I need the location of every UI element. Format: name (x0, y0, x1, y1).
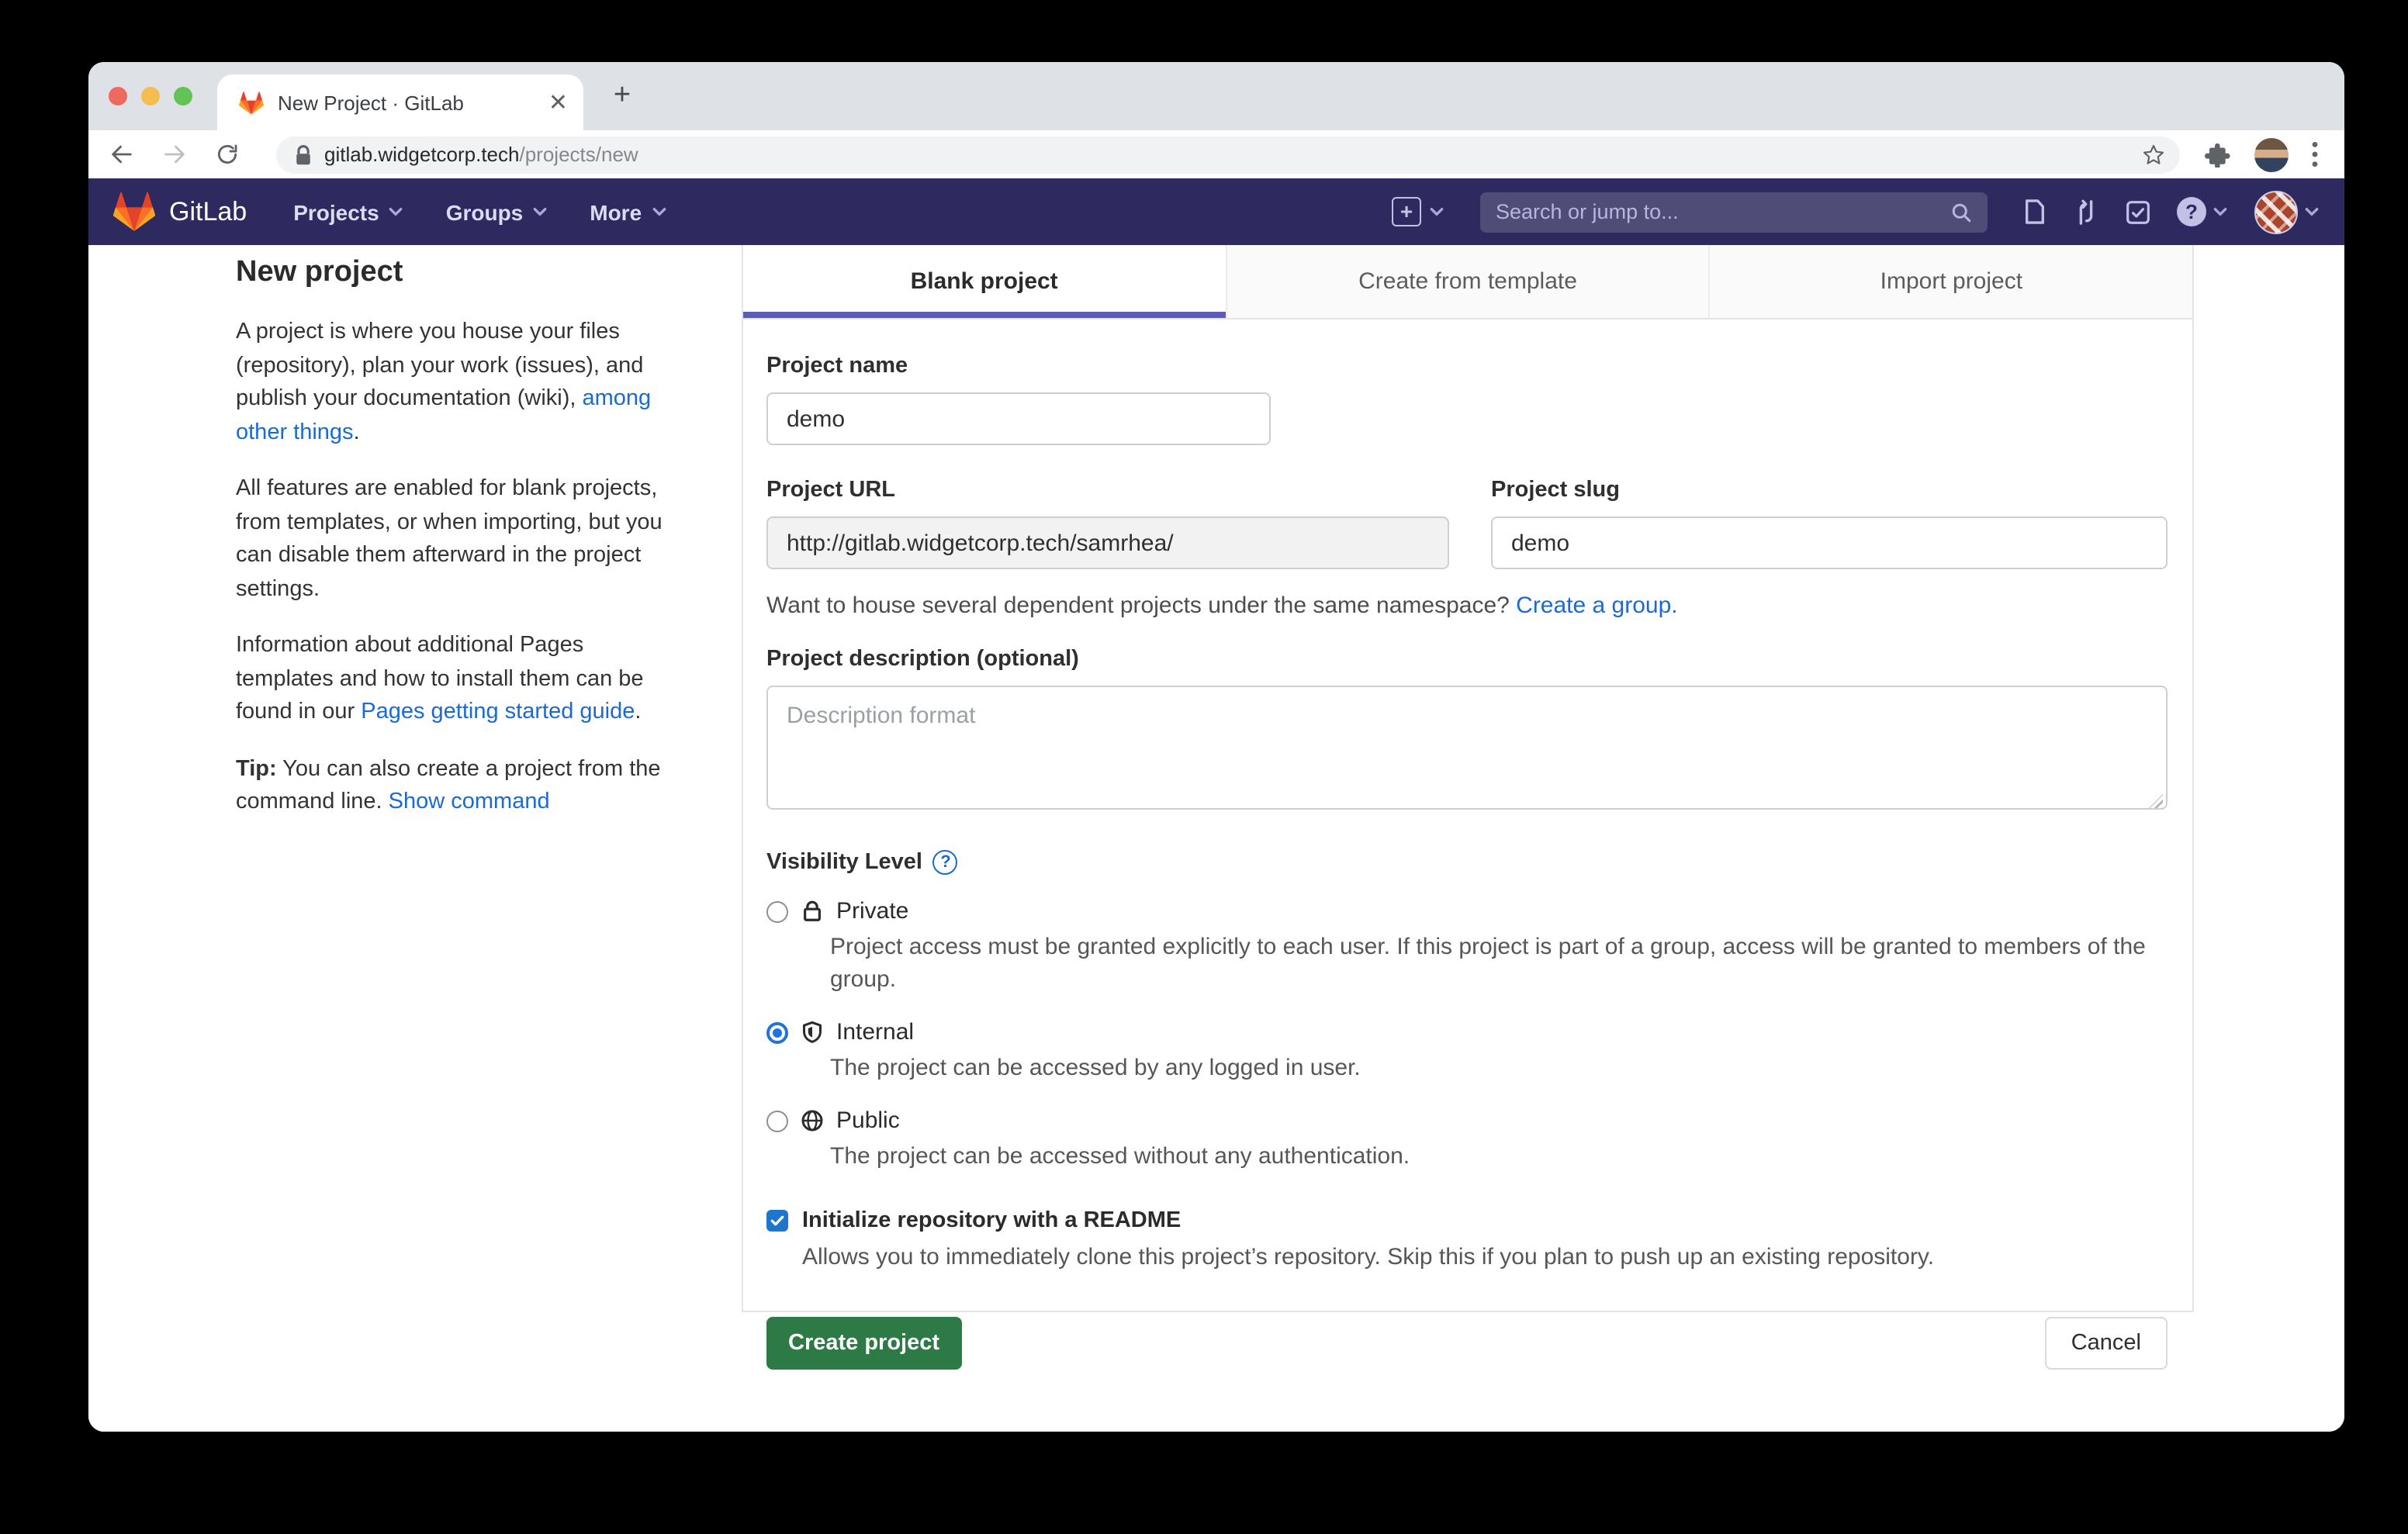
project-description-label: Project description (optional) (766, 647, 2168, 672)
forward-icon[interactable] (161, 141, 188, 168)
gitlab-tanuki-icon[interactable] (113, 192, 155, 231)
chevron-down-icon (651, 206, 666, 217)
tab-blank-project[interactable]: Blank project (743, 245, 1225, 318)
search-placeholder: Search or jump to... (1496, 200, 1950, 223)
tab-import-project[interactable]: Import project (1709, 245, 2192, 318)
question-icon: ? (2177, 197, 2206, 226)
visibility-level-label: Visibility Level (766, 850, 922, 875)
public-label[interactable]: Public (836, 1107, 900, 1134)
help-menu[interactable]: ? (2177, 197, 2228, 226)
user-avatar (2254, 190, 2298, 233)
namespace-hint: Want to house several dependent projects… (766, 593, 2168, 619)
create-a-group-link[interactable]: Create a group. (1516, 593, 1677, 619)
private-description: Project access must be granted explicitl… (830, 931, 2146, 996)
zoom-window-button[interactable] (174, 87, 192, 105)
toolbar-right (2205, 137, 2318, 171)
chevron-down-icon (2213, 206, 2228, 217)
bookmark-star-icon[interactable] (2141, 142, 2166, 167)
chevron-down-icon (532, 206, 548, 217)
nav-more-menu[interactable]: More (590, 199, 666, 224)
user-menu[interactable] (2254, 190, 2320, 233)
new-item-menu[interactable]: + (1392, 197, 1444, 226)
page-content: New project A project is where you house… (88, 245, 2344, 1432)
desktop: New Project · GitLab ✕ + gitlab.widgetco… (0, 0, 2408, 1534)
navbar-right: + Search or jump to... (1392, 190, 2320, 233)
close-window-button[interactable] (109, 87, 127, 105)
project-description-textarea[interactable] (766, 686, 2168, 810)
internal-description: The project can be accessed by any logge… (830, 1052, 2146, 1084)
create-project-button[interactable]: Create project (766, 1317, 961, 1370)
project-url-label: Project URL (766, 478, 1449, 503)
public-radio[interactable] (766, 1110, 788, 1131)
private-radio[interactable] (766, 900, 788, 922)
globe-icon (801, 1109, 824, 1132)
browser-tabstrip: New Project · GitLab ✕ + (88, 62, 2344, 130)
readme-description: Allows you to immediately clone this pro… (802, 1244, 2168, 1270)
search-input[interactable]: Search or jump to... (1480, 192, 1988, 232)
browser-menu-kebab-icon[interactable] (2312, 141, 2318, 168)
nav-projects-menu[interactable]: Projects (293, 199, 404, 224)
window-controls (109, 87, 192, 105)
chevron-down-icon (1429, 206, 1444, 217)
browser-window: New Project · GitLab ✕ + gitlab.widgetco… (88, 62, 2344, 1432)
visibility-option-public: Public The project can be accessed witho… (766, 1107, 2168, 1173)
https-lock-icon[interactable] (295, 143, 312, 165)
issues-icon[interactable] (2023, 199, 2046, 225)
tab-title: New Project · GitLab (278, 91, 536, 114)
project-type-tabs: Blank project Create from template Impor… (743, 245, 2192, 320)
tab-close-icon[interactable]: ✕ (548, 88, 568, 116)
url-text: gitlab.widgetcorp.tech/projects/new (324, 143, 638, 166)
browser-tab[interactable]: New Project · GitLab ✕ (217, 74, 583, 130)
nav-groups-menu[interactable]: Groups (446, 199, 548, 224)
minimize-window-button[interactable] (141, 87, 160, 105)
page-sidebar: New project A project is where you house… (236, 245, 681, 843)
project-name-input[interactable] (766, 392, 1271, 445)
extensions-puzzle-icon[interactable] (2205, 141, 2231, 168)
private-label[interactable]: Private (836, 898, 908, 924)
internal-label[interactable]: Internal (836, 1019, 914, 1045)
merge-request-icon[interactable] (2073, 198, 2099, 226)
show-command-link[interactable]: Show command (389, 789, 550, 814)
navbar-menu: Projects Groups More (293, 199, 666, 224)
readme-label[interactable]: Initialize repository with a README (802, 1208, 1181, 1233)
chevron-down-icon (2304, 206, 2320, 217)
lock-icon (801, 900, 824, 923)
project-slug-label: Project slug (1491, 478, 2168, 503)
gitlab-navbar: GitLab Projects Groups More + Search or … (88, 178, 2344, 245)
visibility-help-icon[interactable]: ? (933, 850, 958, 875)
project-slug-input[interactable] (1491, 517, 2168, 569)
visibility-option-private: Private Project access must be granted e… (766, 898, 2168, 996)
pages-guide-link[interactable]: Pages getting started guide (361, 700, 635, 724)
public-description: The project can be accessed without any … (830, 1140, 2146, 1173)
back-icon[interactable] (109, 141, 135, 168)
address-bar[interactable]: gitlab.widgetcorp.tech/projects/new (276, 136, 2180, 173)
sidebar-paragraph: All features are enabled for blank proje… (236, 473, 681, 606)
gitlab-wordmark[interactable]: GitLab (169, 196, 247, 227)
new-project-panel: Blank project Create from template Impor… (742, 245, 2194, 1312)
shield-icon (801, 1021, 824, 1044)
visibility-option-internal: Internal The project can be accessed by … (766, 1019, 2168, 1084)
sidebar-paragraph: A project is where you house your files … (236, 316, 681, 450)
search-icon (1950, 201, 1972, 223)
tab-create-from-template[interactable]: Create from template (1225, 245, 1708, 318)
project-url-input[interactable] (766, 517, 1449, 569)
sidebar-paragraph: Information about additional Pages templ… (236, 630, 681, 730)
reload-icon[interactable] (214, 141, 240, 168)
new-tab-button[interactable]: + (607, 81, 638, 112)
readme-checkbox[interactable] (766, 1210, 788, 1232)
chevron-down-icon (389, 206, 404, 217)
project-name-label: Project name (766, 354, 2168, 378)
plus-square-icon: + (1392, 197, 1421, 226)
gitlab-favicon-icon (239, 91, 264, 114)
check-icon (770, 1213, 785, 1228)
page-title: New project (236, 256, 681, 290)
todo-check-icon[interactable] (2126, 199, 2150, 224)
cancel-button[interactable]: Cancel (2045, 1317, 2168, 1370)
internal-radio[interactable] (766, 1021, 788, 1043)
browser-profile-avatar[interactable] (2254, 137, 2289, 171)
browser-toolbar: gitlab.widgetcorp.tech/projects/new (88, 130, 2344, 178)
sidebar-tip: Tip: You can also create a project from … (236, 753, 681, 820)
blank-project-form: Project name Project URL Project slug Wa… (743, 320, 2192, 1370)
